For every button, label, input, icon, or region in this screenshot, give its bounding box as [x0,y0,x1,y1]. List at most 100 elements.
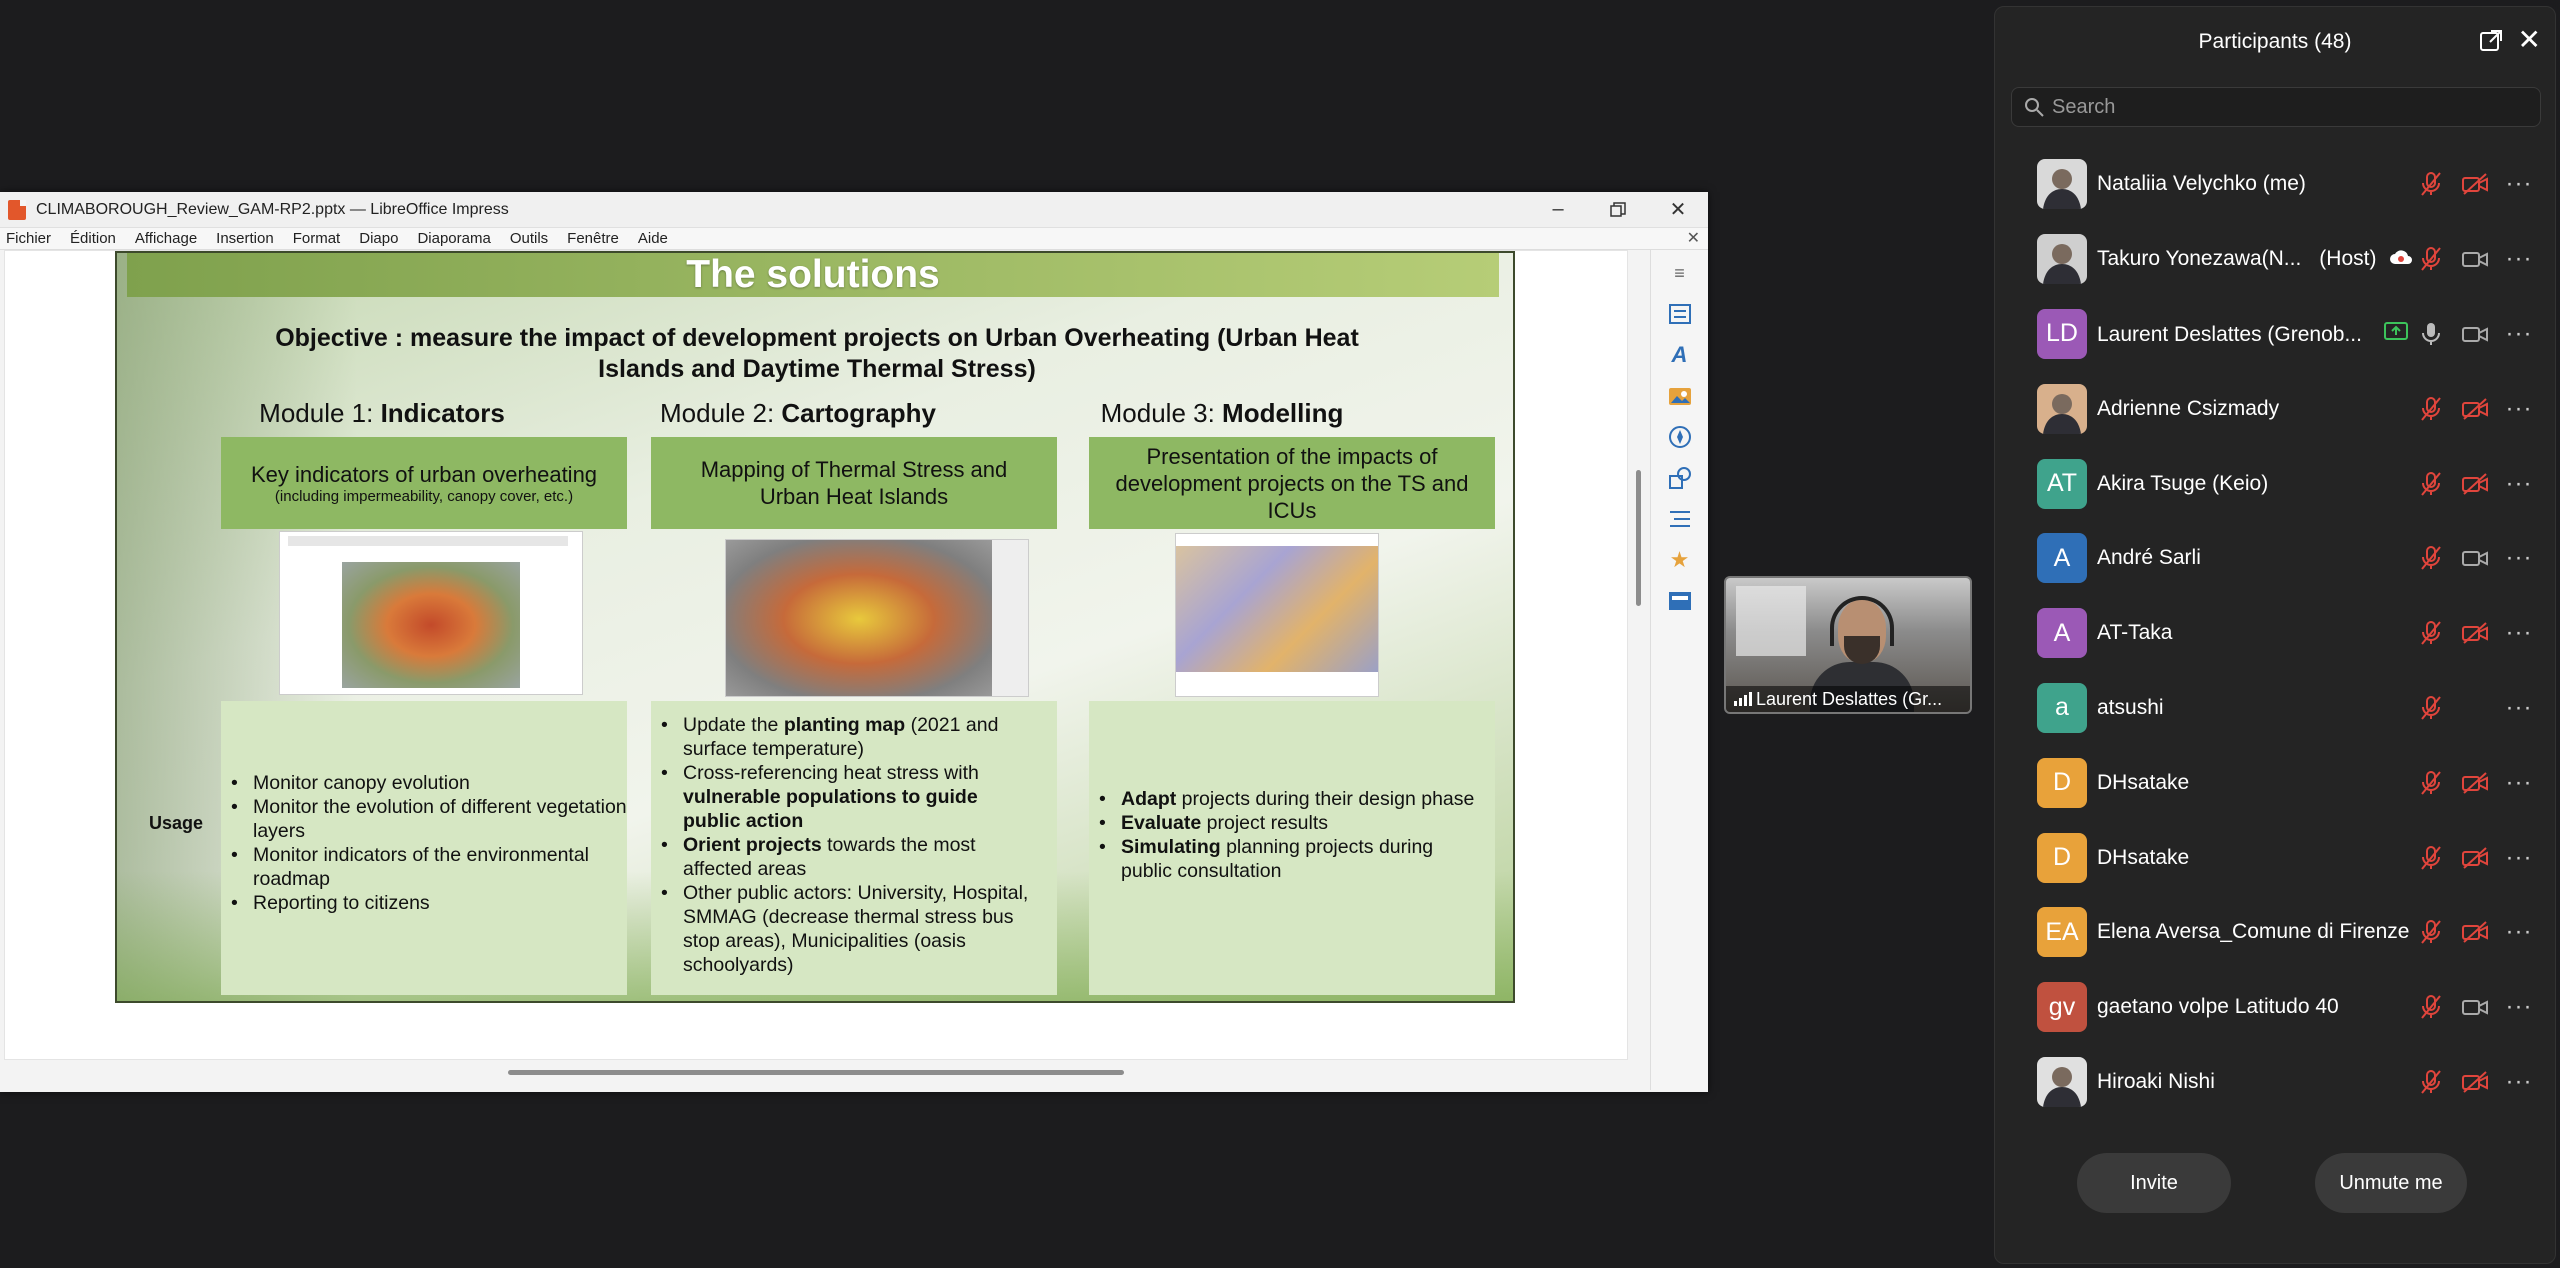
navigator-icon[interactable] [1665,422,1695,452]
menu-insertion[interactable]: Insertion [216,230,274,247]
video-off-icon[interactable] [2461,619,2489,647]
participant-row[interactable]: gv gaetano volpe Latitudo 40 ··· [1995,970,2555,1045]
module-1-heading: Module 1: Indicators [259,398,505,428]
mic-muted-icon[interactable] [2417,470,2445,498]
more-options-icon[interactable]: ··· [2505,544,2533,572]
video-off-icon[interactable] [2461,1068,2489,1096]
close-window-button[interactable]: ✕ [1648,192,1708,228]
mic-muted-icon[interactable] [2417,918,2445,946]
menu-format[interactable]: Format [293,230,341,247]
restore-button[interactable] [1588,192,1648,228]
shapes-icon[interactable] [1665,463,1695,493]
menu-outils[interactable]: Outils [510,230,548,247]
animation-icon[interactable]: ★ [1665,545,1695,575]
module-3-box-title: Presentation of the impacts of developme… [1115,443,1469,523]
menu-affichage[interactable]: Affichage [135,230,197,247]
participant-name: Laurent Deslattes (Grenob... [2097,321,2408,347]
video-off-icon[interactable] [2461,918,2489,946]
more-options-icon[interactable]: ··· [2505,993,2533,1021]
module-3-box: Presentation of the impacts of developme… [1089,437,1495,529]
video-icon[interactable] [2461,245,2489,273]
horizontal-scrollbar[interactable] [508,1070,1124,1075]
close-panel-icon[interactable]: ✕ [2518,25,2541,55]
more-options-icon[interactable]: ··· [2505,769,2533,797]
mic-muted-icon[interactable] [2417,170,2445,198]
mic-icon[interactable] [2417,320,2445,348]
mic-muted-icon[interactable] [2417,395,2445,423]
vertical-scrollbar[interactable] [1636,470,1641,606]
menu-fichier[interactable]: Fichier [6,230,51,247]
participant-row[interactable]: D DHsatake ··· [1995,745,2555,820]
search-box[interactable] [2011,87,2541,127]
mic-muted-icon[interactable] [2417,1068,2445,1096]
module-1-box-subtitle: (including impermeability, canopy cover,… [274,488,574,505]
slide-canvas[interactable]: The solutions Objective : measure the im… [4,250,1628,1060]
avatar: LD [2037,308,2087,359]
mic-muted-icon[interactable] [2417,694,2445,722]
participant-row[interactable]: D DHsatake ··· [1995,820,2555,895]
invite-button[interactable]: Invite [2077,1153,2231,1213]
mic-muted-icon[interactable] [2417,544,2445,572]
video-icon[interactable] [2461,320,2489,348]
more-options-icon[interactable]: ··· [2505,395,2533,423]
more-options-icon[interactable]: ··· [2505,470,2533,498]
search-input[interactable] [2052,95,2532,119]
video-off-icon[interactable] [2461,170,2489,198]
participant-row[interactable]: AT Akira Tsuge (Keio) ··· [1995,446,2555,521]
more-options-icon[interactable]: ··· [2505,320,2533,348]
mic-muted-icon[interactable] [2417,993,2445,1021]
hamburger-menu-icon[interactable]: ≡ [1665,258,1695,288]
gallery-icon[interactable] [1665,381,1695,411]
more-options-icon[interactable]: ··· [2505,619,2533,647]
slide[interactable]: The solutions Objective : measure the im… [115,251,1515,1003]
close-document-icon[interactable]: ✕ [1687,228,1700,248]
module-3-heading: Module 3: Modelling [1100,398,1344,428]
participant-row[interactable]: A André Sarli ··· [1995,521,2555,596]
menu-diapo[interactable]: Diapo [359,230,398,247]
properties-icon[interactable] [1665,299,1695,329]
video-off-icon[interactable] [2461,769,2489,797]
menu-edition[interactable]: Édition [70,230,116,247]
video-icon[interactable] [2461,544,2489,572]
unmute-me-button[interactable]: Unmute me [2315,1153,2467,1213]
participant-row[interactable]: Adrienne Csizmady ··· [1995,371,2555,446]
participant-row[interactable]: EA Elena Aversa_Comune di Firenze ··· [1995,895,2555,970]
participant-row[interactable]: Nataliia Velychko (me) ··· [1995,147,2555,222]
mic-muted-icon[interactable] [2417,769,2445,797]
slide-transition-icon[interactable] [1665,504,1695,534]
mic-muted-icon[interactable] [2417,844,2445,872]
video-off-icon[interactable] [2461,470,2489,498]
participant-row[interactable]: Takuro Yonezawa(N... (Host) ··· [1995,222,2555,297]
menu-diaporama[interactable]: Diaporama [417,230,490,247]
popout-icon[interactable] [2479,29,2503,53]
styles-icon[interactable]: A [1665,340,1695,370]
participant-row[interactable]: a atsushi ··· [1995,671,2555,746]
menu-aide[interactable]: Aide [638,230,668,247]
participant-name: Takuro Yonezawa(N... (Host) [2097,247,2413,271]
impress-titlebar[interactable]: CLIMABOROUGH_Review_GAM-RP2.pptx — Libre… [0,192,1708,228]
minimize-button[interactable]: – [1528,192,1588,228]
usage-bullet: Simulating planning projects during publ… [1089,835,1477,883]
participant-name: Akira Tsuge (Keio) [2097,471,2269,495]
video-tile[interactable]: Laurent Deslattes (Gr... [1724,576,1972,714]
video-off-icon[interactable] [2461,844,2489,872]
more-options-icon[interactable]: ··· [2505,245,2533,273]
participant-row[interactable]: A AT-Taka ··· [1995,596,2555,671]
mic-muted-icon[interactable] [2417,245,2445,273]
module-1-map-thumbnail [279,531,583,695]
participant-row[interactable]: Hiroaki Nishi ··· [1995,1045,2555,1120]
menu-fenetre[interactable]: Fenêtre [567,230,619,247]
participant-row[interactable]: LD Laurent Deslattes (Grenob... ··· [1995,297,2555,372]
master-slides-icon[interactable] [1665,586,1695,616]
more-options-icon[interactable]: ··· [2505,694,2533,722]
usage-bullet: Adapt projects during their design phase [1089,787,1477,811]
video-icon[interactable] [2461,993,2489,1021]
mic-muted-icon[interactable] [2417,619,2445,647]
video-off-icon[interactable] [2461,395,2489,423]
more-options-icon[interactable]: ··· [2505,170,2533,198]
more-options-icon[interactable]: ··· [2505,844,2533,872]
more-options-icon[interactable]: ··· [2505,918,2533,946]
usage-bullet: Monitor indicators of the environmental … [221,843,627,891]
more-options-icon[interactable]: ··· [2505,1068,2533,1096]
usage-bullet: Update the planting map (2021 and surfac… [651,713,1039,761]
